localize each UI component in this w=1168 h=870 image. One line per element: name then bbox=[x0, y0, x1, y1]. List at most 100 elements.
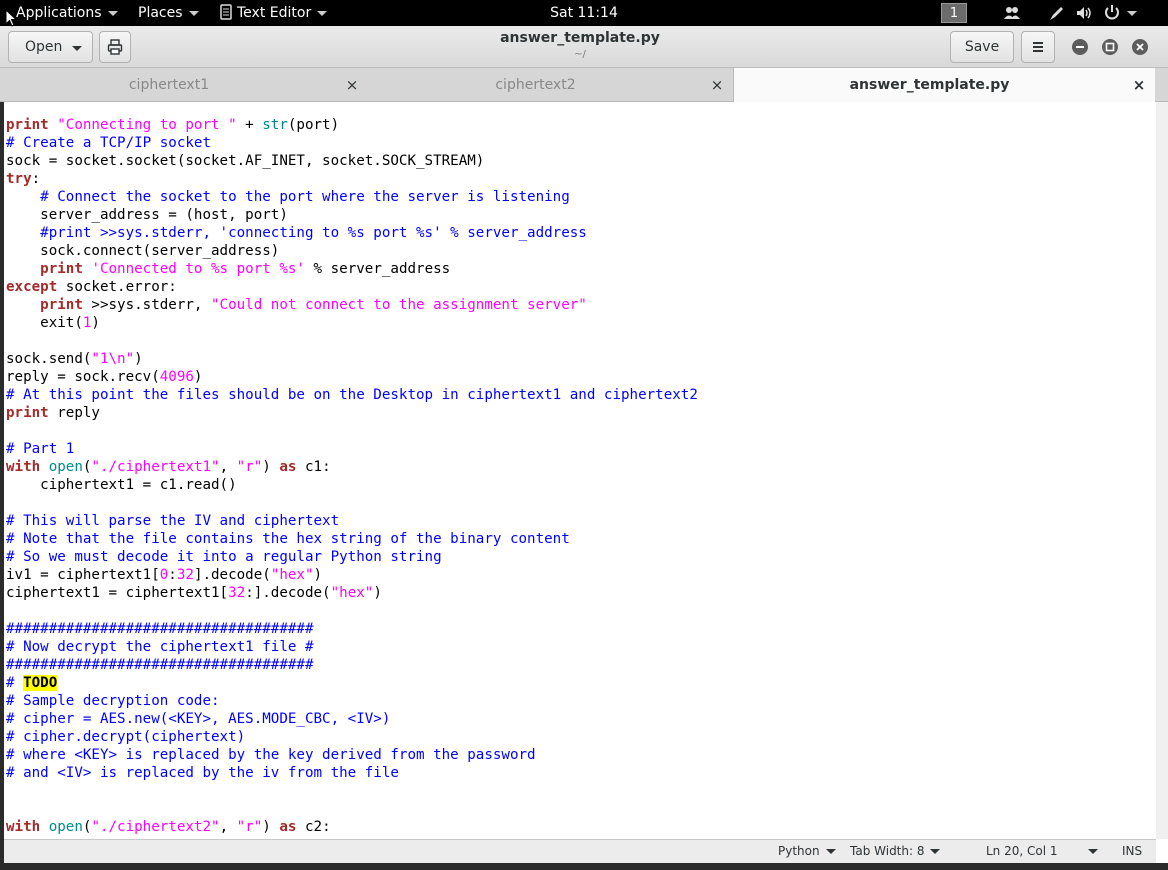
code-line[interactable]: # At this point the files should be on t… bbox=[6, 386, 698, 404]
menu-button[interactable] bbox=[1021, 31, 1055, 63]
code-token: server_address = (host, port) bbox=[6, 207, 288, 223]
code-line[interactable]: print "Connecting to port " + str(port) bbox=[6, 116, 698, 134]
code-line[interactable]: #################################### bbox=[6, 656, 698, 674]
insert-mode[interactable]: INS bbox=[1122, 840, 1142, 862]
code-token: open bbox=[48, 459, 83, 475]
code-line[interactable] bbox=[6, 800, 698, 818]
code-line[interactable]: except socket.error: bbox=[6, 278, 698, 296]
code-line[interactable]: ciphertext1 = c1.read() bbox=[6, 476, 698, 494]
app-menu[interactable]: Text Editor bbox=[219, 0, 328, 26]
top-panel: Applications Places Text Editor Sat 11:1… bbox=[0, 0, 1168, 26]
close-icon[interactable]: × bbox=[709, 68, 725, 102]
workspace-indicator[interactable]: 1 bbox=[941, 3, 967, 23]
code-line[interactable]: with open("./ciphertext1", "r") as c1: bbox=[6, 458, 698, 476]
code-line[interactable]: # This will parse the IV and ciphertext bbox=[6, 512, 698, 530]
language-selector[interactable]: Python bbox=[778, 840, 836, 862]
code-line[interactable]: # Note that the file contains the hex st… bbox=[6, 530, 698, 548]
code-line[interactable]: # Connect the socket to the port where t… bbox=[6, 188, 698, 206]
code-token: ciphertext1 = ciphertext1[ bbox=[6, 585, 229, 601]
code-token: #################################### bbox=[6, 657, 314, 673]
code-line[interactable]: sock.connect(server_address) bbox=[6, 242, 698, 260]
print-button[interactable] bbox=[99, 31, 131, 63]
code-line[interactable]: with open("./ciphertext2", "r") as c2: bbox=[6, 818, 698, 836]
code-line[interactable]: print >>sys.stderr, "Could not connect t… bbox=[6, 296, 698, 314]
code-token: ) bbox=[262, 819, 280, 835]
code-line[interactable]: # where <KEY> is replaced by the key der… bbox=[6, 746, 698, 764]
code-line[interactable]: # and <IV> is replaced by the iv from th… bbox=[6, 764, 698, 782]
code-token: + bbox=[236, 117, 263, 133]
code-line[interactable] bbox=[6, 422, 698, 440]
tab-ciphertext1[interactable]: ciphertext1 × bbox=[0, 68, 368, 102]
code-token: ].decode( bbox=[193, 567, 271, 583]
code-token: sock.send( bbox=[6, 351, 92, 367]
code-token: ) bbox=[134, 351, 143, 367]
code-line[interactable]: sock.send("1\n") bbox=[6, 350, 698, 368]
code-token: >>sys.stderr, bbox=[82, 297, 212, 313]
places-menu[interactable]: Places bbox=[138, 0, 199, 26]
code-line[interactable]: iv1 = ciphertext1[0:32].decode("hex") bbox=[6, 566, 698, 584]
code-line[interactable]: # cipher = AES.new(<KEY>, AES.MODE_CBC, … bbox=[6, 710, 698, 728]
volume-icon[interactable] bbox=[1075, 4, 1093, 22]
tab-label: answer_template.py bbox=[849, 77, 1010, 93]
code-line[interactable]: # Create a TCP/IP socket bbox=[6, 134, 698, 152]
tab-label: ciphertext2 bbox=[495, 77, 576, 93]
code-line[interactable]: # TODO bbox=[6, 674, 698, 692]
code-line[interactable] bbox=[6, 332, 698, 350]
code-token: sock.connect(server_address) bbox=[6, 243, 280, 259]
code-line[interactable]: ciphertext1 = ciphertext1[32:].decode("h… bbox=[6, 584, 698, 602]
code-editor[interactable]: print "Connecting to port " + str(port) #… bbox=[4, 102, 1156, 839]
tab-answer-template[interactable]: answer_template.py × bbox=[733, 68, 1155, 102]
code-token: with bbox=[6, 819, 41, 835]
close-icon[interactable]: × bbox=[1131, 68, 1147, 102]
code-line[interactable]: #print >>sys.stderr, 'connecting to %s p… bbox=[6, 224, 698, 242]
code-line[interactable] bbox=[6, 494, 698, 512]
code-token: , bbox=[219, 819, 237, 835]
close-icon bbox=[1136, 43, 1144, 51]
code-token: ) bbox=[313, 567, 323, 583]
code-line[interactable] bbox=[6, 602, 698, 620]
tab-width-selector[interactable]: Tab Width: 8 bbox=[850, 840, 941, 862]
todo-highlight: TODO bbox=[23, 675, 58, 691]
code-line[interactable]: print 'Connected to %s port %s' % server… bbox=[6, 260, 698, 278]
code-line[interactable]: server_address = (host, port) bbox=[6, 206, 698, 224]
code-line[interactable]: sock = socket.socket(socket.AF_INET, soc… bbox=[6, 152, 698, 170]
code-line[interactable]: print reply bbox=[6, 404, 698, 422]
people-icon[interactable] bbox=[1003, 4, 1021, 22]
code-line[interactable]: # So we must decode it into a regular Py… bbox=[6, 548, 698, 566]
code-line[interactable]: # Part 1 bbox=[6, 440, 698, 458]
code-line[interactable]: # cipher.decrypt(ciphertext) bbox=[6, 728, 698, 746]
code-line[interactable]: # Now decrypt the ciphertext1 file # bbox=[6, 638, 698, 656]
notebook-icon bbox=[220, 4, 232, 20]
code-token: socket.error: bbox=[57, 279, 177, 295]
tab-ciphertext2[interactable]: ciphertext2 × bbox=[368, 68, 733, 102]
code-token: ) bbox=[91, 315, 100, 331]
close-window-button[interactable] bbox=[1132, 39, 1148, 55]
cursor-position-selector[interactable]: Ln 20, Col 1 bbox=[986, 840, 1098, 862]
pen-icon[interactable] bbox=[1047, 4, 1065, 22]
scrollbar[interactable] bbox=[1156, 102, 1168, 839]
code-line[interactable]: #################################### bbox=[6, 620, 698, 638]
code-token: 32 bbox=[228, 585, 246, 601]
maximize-button[interactable] bbox=[1102, 39, 1118, 55]
code-line[interactable]: # Sample decryption code: bbox=[6, 692, 698, 710]
code-view[interactable]: print "Connecting to port " + str(port) #… bbox=[6, 116, 698, 836]
code-line[interactable]: reply = sock.recv(4096) bbox=[6, 368, 698, 386]
code-line[interactable]: try: bbox=[6, 170, 698, 188]
close-icon[interactable]: × bbox=[344, 68, 360, 102]
code-token: "./ciphertext1" bbox=[91, 459, 220, 475]
save-button[interactable]: Save bbox=[950, 31, 1014, 63]
code-token: str bbox=[262, 117, 288, 133]
applications-menu[interactable]: Applications bbox=[16, 0, 118, 26]
chevron-down-icon bbox=[1127, 10, 1137, 16]
code-line[interactable] bbox=[6, 782, 698, 800]
code-token: # So we must decode it into a regular Py… bbox=[6, 549, 442, 565]
power-menu[interactable] bbox=[1103, 0, 1137, 26]
code-token: : bbox=[168, 567, 177, 583]
minimize-button[interactable] bbox=[1072, 39, 1088, 55]
code-token: # Note that the file contains the hex st… bbox=[6, 531, 570, 547]
code-token: "r" bbox=[236, 459, 263, 475]
open-button[interactable]: Open bbox=[8, 31, 93, 63]
code-line[interactable]: exit(1) bbox=[6, 314, 698, 332]
code-token: ) bbox=[373, 585, 382, 601]
